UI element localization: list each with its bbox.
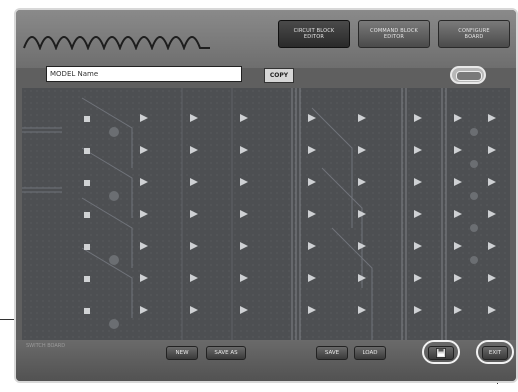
toggle-icon[interactable] <box>450 66 486 84</box>
scallop-decoration <box>23 36 210 50</box>
circuit-block-editor-tab[interactable]: CIRCUIT BLOCK EDITOR <box>278 20 350 48</box>
model-name-field[interactable]: MODEL Name <box>46 66 242 82</box>
command-block-editor-tab[interactable]: COMMAND BLOCK EDITOR <box>358 20 430 48</box>
console-panel: CIRCUIT BLOCK EDITOR COMMAND BLOCK EDITOR … <box>14 8 518 383</box>
save-as-button[interactable]: SAVE AS <box>206 346 246 360</box>
circuit-traces <box>22 88 510 340</box>
new-button[interactable]: NEW <box>166 346 198 360</box>
copy-button[interactable]: COPY <box>264 68 294 83</box>
circuit-board <box>22 88 510 340</box>
save-button[interactable]: SAVE <box>316 346 348 360</box>
disk-glyph <box>436 348 446 358</box>
footer-label: SWITCH BOARD <box>26 343 66 349</box>
load-button[interactable]: LOAD <box>354 346 386 360</box>
floppy-disk-icon[interactable] <box>428 346 454 360</box>
configure-board-tab[interactable]: CONFIGURE BOARD <box>438 20 510 48</box>
exit-button[interactable]: EXIT <box>482 346 508 360</box>
